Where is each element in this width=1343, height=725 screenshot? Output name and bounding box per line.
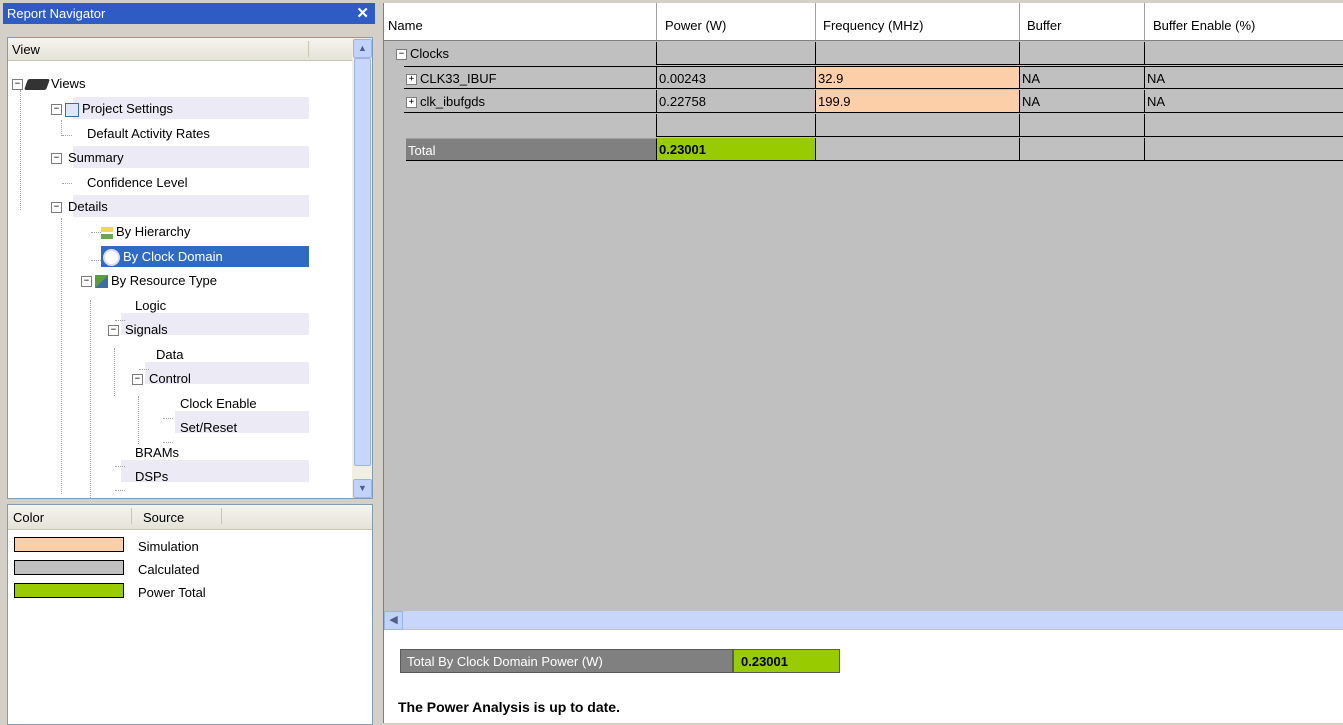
group-label: Clocks bbox=[410, 46, 450, 61]
row-frequency[interactable]: 32.9 bbox=[816, 66, 1020, 89]
column-header-power[interactable]: Power (W) bbox=[665, 18, 726, 33]
row-buffer-enable[interactable]: NA bbox=[1145, 90, 1343, 113]
settings-icon bbox=[65, 102, 79, 117]
tree-node-dsps[interactable]: DSPs bbox=[132, 466, 171, 487]
color-legend: Color Source Simulation Calculated Power… bbox=[7, 504, 373, 725]
resource-icon bbox=[95, 275, 108, 289]
expand-icon[interactable]: + bbox=[406, 74, 417, 86]
tree-node-by-resource-type[interactable]: − By Resource Type bbox=[81, 270, 220, 291]
navigator-titlebar: Report Navigator ✕ bbox=[3, 3, 375, 24]
collapse-icon[interactable]: − bbox=[81, 276, 92, 288]
tree-header-label: View bbox=[12, 42, 40, 57]
tree-node-brams[interactable]: BRAMs bbox=[132, 442, 182, 463]
navigator-title: Report Navigator bbox=[7, 6, 106, 21]
row-name: CLK33_IBUF bbox=[420, 71, 497, 86]
group-row-clocks[interactable]: − Clocks bbox=[384, 42, 1343, 66]
hierarchy-icon bbox=[101, 226, 113, 239]
total-label: Total bbox=[406, 138, 657, 161]
report-navigator-panel: Report Navigator ✕ View − Views − Projec… bbox=[0, 0, 378, 725]
legend-label-power-total: Power Total bbox=[138, 585, 206, 600]
table-row[interactable]: + CLK33_IBUF 0.00243 32.9 NA NA bbox=[384, 66, 1343, 90]
scroll-up-icon[interactable]: ▲ bbox=[353, 39, 372, 58]
legend-header: Color Source bbox=[8, 505, 372, 530]
total-row: Total 0.23001 bbox=[384, 138, 1343, 162]
legend-col-source: Source bbox=[143, 510, 185, 525]
close-icon[interactable]: ✕ bbox=[356, 4, 369, 22]
tree-node-clock-enable[interactable]: Clock Enable bbox=[177, 393, 260, 414]
column-header-buffer[interactable]: Buffer bbox=[1027, 18, 1061, 33]
collapse-icon[interactable]: − bbox=[51, 202, 62, 214]
tree-scroll-thumb[interactable] bbox=[354, 58, 371, 466]
tree-node-default-activity-rates[interactable]: Default Activity Rates bbox=[84, 123, 213, 144]
column-header-name[interactable]: Name bbox=[388, 18, 423, 33]
power-total-swatch bbox=[14, 583, 124, 598]
tree-node-signals[interactable]: − Signals bbox=[108, 319, 171, 340]
expand-icon[interactable]: + bbox=[406, 97, 417, 109]
tree-node-set-reset[interactable]: Set/Reset bbox=[177, 417, 240, 438]
total-value: 0.23001 bbox=[657, 138, 816, 161]
column-header-frequency[interactable]: Frequency (MHz) bbox=[823, 18, 923, 33]
grid-header: Name Power (W) Frequency (MHz) Buffer Bu… bbox=[384, 3, 1343, 41]
row-buffer[interactable]: NA bbox=[1020, 90, 1145, 113]
empty-row bbox=[384, 114, 1343, 138]
tree-node-by-clock-domain[interactable]: By Clock Domain bbox=[101, 246, 309, 267]
stopwatch-icon bbox=[103, 249, 120, 267]
row-name: clk_ibufgds bbox=[420, 94, 486, 109]
simulation-swatch bbox=[14, 537, 124, 552]
tree-node-project-settings[interactable]: − Project Settings bbox=[51, 98, 176, 119]
row-power[interactable]: 0.00243 bbox=[657, 66, 816, 89]
row-power[interactable]: 0.22758 bbox=[657, 90, 816, 113]
collapse-icon[interactable]: − bbox=[132, 374, 143, 386]
tree-node-control[interactable]: − Control bbox=[132, 368, 194, 389]
tree-node-logic[interactable]: Logic bbox=[132, 295, 169, 316]
collapse-icon[interactable]: − bbox=[51, 104, 62, 116]
view-tree: View − Views − Project Settings Default … bbox=[7, 37, 373, 499]
tree-node-details[interactable]: − Details bbox=[51, 196, 111, 217]
row-buffer[interactable]: NA bbox=[1020, 66, 1145, 89]
table-row[interactable]: + clk_ibufgds 0.22758 199.9 NA NA bbox=[384, 90, 1343, 114]
tree-node-summary[interactable]: − Summary bbox=[51, 147, 127, 168]
row-buffer-enable[interactable]: NA bbox=[1145, 66, 1343, 89]
collapse-icon[interactable]: − bbox=[396, 49, 407, 61]
legend-label-simulation: Simulation bbox=[138, 539, 199, 554]
legend-label-calculated: Calculated bbox=[138, 562, 200, 577]
total-by-clock-domain-label: Total By Clock Domain Power (W) bbox=[400, 649, 733, 673]
summary-pane: Total By Clock Domain Power (W) 0.23001 … bbox=[384, 630, 1343, 723]
tree-vertical-scrollbar[interactable]: ▲ ▼ bbox=[352, 38, 372, 498]
collapse-icon[interactable]: − bbox=[12, 79, 23, 91]
calculated-swatch bbox=[14, 560, 124, 575]
tree-node-confidence-level[interactable]: Confidence Level bbox=[84, 172, 190, 193]
status-message: The Power Analysis is up to date. bbox=[398, 699, 620, 715]
grid-horizontal-scrollbar[interactable]: ◀ bbox=[384, 611, 1343, 630]
collapse-icon[interactable]: − bbox=[51, 153, 62, 165]
collapse-icon[interactable]: − bbox=[108, 325, 119, 337]
row-frequency[interactable]: 199.9 bbox=[816, 90, 1020, 113]
scroll-down-icon[interactable]: ▼ bbox=[353, 479, 372, 498]
tree-node-data[interactable]: Data bbox=[153, 344, 186, 365]
tree-node-views[interactable]: − Views bbox=[12, 73, 88, 94]
views-icon bbox=[23, 79, 51, 91]
tree-header: View bbox=[8, 38, 352, 61]
legend-col-color: Color bbox=[13, 510, 45, 525]
clock-domain-view: Name Power (W) Frequency (MHz) Buffer Bu… bbox=[383, 3, 1343, 723]
scroll-left-icon[interactable]: ◀ bbox=[384, 611, 403, 630]
tree-node-by-hierarchy[interactable]: By Hierarchy bbox=[101, 221, 193, 242]
total-by-clock-domain-value: 0.23001 bbox=[733, 649, 840, 673]
column-header-buffer-enable[interactable]: Buffer Enable (%) bbox=[1153, 18, 1255, 33]
